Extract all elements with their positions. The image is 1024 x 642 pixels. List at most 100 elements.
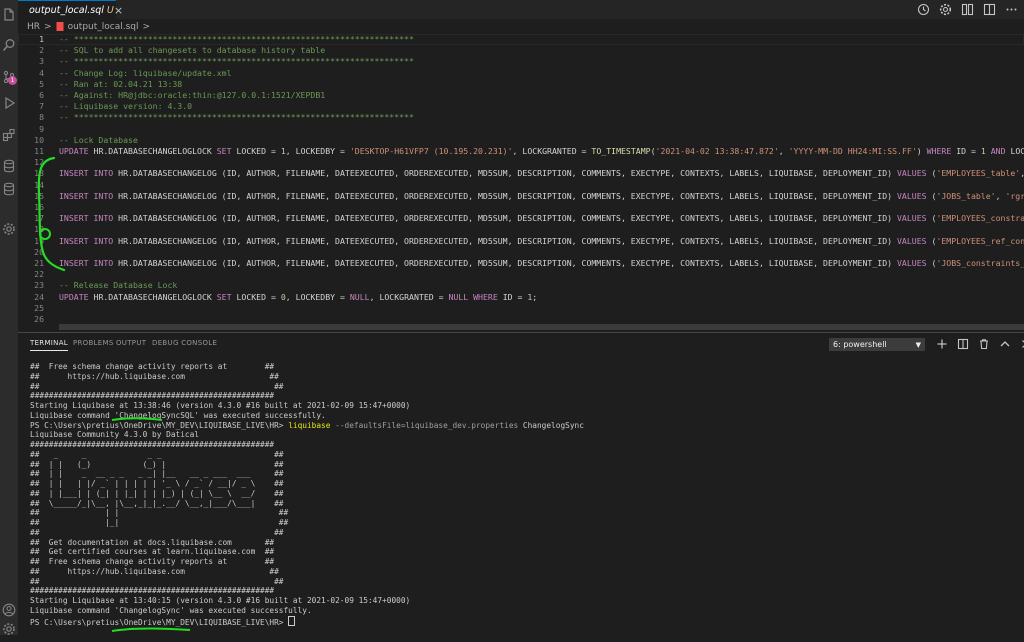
trash-icon[interactable]: [978, 338, 990, 350]
code-line[interactable]: INSERT INTO HR.DATABASECHANGELOG (ID, AU…: [59, 168, 1024, 179]
code-line[interactable]: -- SQL to add all changesets to database…: [59, 45, 325, 56]
terminal-text: ## _ _ _ _ ##: [30, 449, 284, 459]
code-line[interactable]: UPDATE HR.DATABASECHANGELOGLOCK SET LOCK…: [59, 292, 537, 303]
split-editor-icon[interactable]: [983, 3, 996, 16]
code-line[interactable]: UPDATE HR.DATABASECHANGELOGLOCK SET LOCK…: [59, 146, 1024, 157]
settings-gear-icon[interactable]: [2, 222, 16, 236]
code-token: UPDATE: [59, 146, 94, 156]
terminal-line: ########################################…: [30, 391, 274, 401]
terminal-text: Starting Liquibase at 13:40:15 (version …: [30, 596, 411, 605]
tab-debug-console[interactable]: DEBUG CONSOLE: [152, 339, 217, 347]
breadcrumb-file[interactable]: output_local.sql: [68, 22, 139, 32]
add-terminal-icon[interactable]: [936, 338, 948, 350]
code-editor[interactable]: 1 2 3 4 5 6 7 8 9 10 11 12 13 14 15 16 17 18 19 20 21 22 23 24 2…: [18, 34, 1024, 330]
code-token: 'JOBS_table': [936, 190, 996, 201]
search-icon[interactable]: [2, 38, 16, 52]
code-token: 1: [980, 146, 991, 156]
terminal-line: Liquibase command 'ChangelogSyncSQL' was…: [30, 411, 326, 421]
terminal-text: ## \_____/_|\__, |\__,_|_|_.__/ \__,_|__…: [30, 498, 284, 508]
more-icon[interactable]: [1005, 3, 1018, 16]
run-debug-icon[interactable]: [2, 96, 16, 110]
sql-file-icon: [56, 22, 64, 31]
history-icon[interactable]: [917, 3, 930, 16]
terminal-line: PS C:\Users\pretius\OneDrive\MY_DEV\LIQU…: [30, 421, 584, 431]
terminal-text: ## ##: [30, 381, 284, 391]
compare-icon[interactable]: [961, 3, 974, 16]
terminal-text: PS C:\Users\pretius\OneDrive\MY_DEV\LIQU…: [30, 420, 289, 430]
tab-problems[interactable]: PROBLEMS: [73, 339, 114, 347]
files-icon[interactable]: [2, 8, 16, 22]
code-token: ;: [532, 291, 538, 302]
code-line[interactable]: INSERT INTO HR.DATABASECHANGELOG (ID, AU…: [59, 236, 1024, 247]
close-panel-icon[interactable]: [1020, 338, 1024, 350]
manage-gear-icon[interactable]: [2, 622, 16, 636]
line-number: 3: [39, 56, 44, 67]
terminal-text: Liquibase Community 4.3.0 by Datical: [30, 430, 199, 440]
code-token: SET: [216, 146, 237, 156]
code-token: HR.DATABASECHANGELOG (ID, AUTHOR, FILENA…: [118, 258, 897, 268]
tab-label: output_local.sql: [29, 4, 104, 16]
terminal-line: ## | | (_) (_) | ##: [30, 460, 283, 470]
activity-bar: 1: [0, 0, 18, 635]
code-line[interactable]: -- Lock Database: [59, 135, 138, 146]
line-number: 16: [34, 202, 44, 212]
gear-icon[interactable]: [939, 3, 952, 16]
database-icon[interactable]: [2, 159, 16, 173]
code-token: HR.DATABASECHANGELOG (ID, AUTHOR, FILENA…: [118, 168, 897, 179]
database-icon[interactable]: [2, 182, 16, 196]
split-terminal-icon[interactable]: [957, 338, 969, 350]
maximize-panel-icon[interactable]: [999, 338, 1011, 350]
code-token: VALUES: [896, 258, 932, 268]
code-token: 'EMPLOYEES_constraints_indexes': [936, 213, 1024, 224]
terminal-line: ########################################…: [30, 586, 274, 596]
account-icon[interactable]: [2, 603, 16, 617]
code-token: , LOCKEDBY =: [285, 291, 350, 302]
code-line[interactable]: -- *************************************…: [59, 112, 414, 123]
line-number: 21: [34, 258, 44, 268]
code-line[interactable]: -- Ran at: 02.04.21 13:38: [59, 79, 182, 90]
code-line[interactable]: -- *************************************…: [59, 56, 414, 67]
code-token: 'EMPLOYEES_table': [936, 168, 1021, 179]
line-number: 6: [39, 90, 44, 100]
code-line[interactable]: INSERT INTO HR.DATABASECHANGELOG (ID, AU…: [59, 191, 1024, 202]
horizontal-scrollbar[interactable]: [59, 324, 1024, 330]
code-token: AND: [990, 146, 1011, 156]
terminal-line: ## | |___| | (_| | |_| | | |_) | (_| \__…: [30, 489, 283, 499]
code-line[interactable]: -- Against: HR@jdbc:oracle:thin:@127.0.0…: [59, 90, 325, 101]
code-line[interactable]: -- Liquibase version: 4.3.0: [59, 101, 192, 112]
code-line[interactable]: -- Release Database Lock: [59, 280, 177, 291]
breadcrumb-folder[interactable]: HR: [27, 22, 40, 32]
tab-output[interactable]: OUTPUT: [116, 339, 146, 347]
terminal-line: ## |_| ##: [30, 518, 288, 528]
line-number: 25: [34, 302, 44, 313]
breadcrumb-separator: >: [142, 21, 151, 32]
code-token: , LOCKEDBY =: [285, 146, 350, 156]
code-line[interactable]: -- *************************************…: [59, 34, 414, 45]
close-icon[interactable]: ×: [114, 4, 123, 17]
code-token: INSERT INTO: [59, 168, 119, 179]
code-line[interactable]: INSERT INTO HR.DATABASECHANGELOG (ID, AU…: [59, 213, 1024, 224]
code-token: VALUES: [896, 168, 932, 179]
line-number: 20: [34, 246, 44, 257]
extensions-icon[interactable]: [2, 128, 16, 142]
line-number: 22: [34, 269, 44, 280]
code-token: NULL: [448, 291, 474, 302]
chevron-down-icon: ▼: [915, 340, 921, 349]
tab-terminal[interactable]: TERMINAL: [30, 339, 68, 351]
terminal-line: PS C:\Users\pretius\OneDrive\MY_DEV\LIQU…: [30, 615, 296, 628]
code-token: ,: [1020, 168, 1024, 178]
line-number: 9: [39, 123, 44, 134]
code-token: ID =: [502, 291, 528, 302]
code-token: 'JOBS_constraints_indexes': [936, 258, 1024, 268]
terminal-output[interactable]: ## Free schema change activity reports a…: [30, 362, 1024, 635]
line-number: 26: [34, 314, 44, 324]
code-line[interactable]: INSERT INTO HR.DATABASECHANGELOG (ID, AU…: [59, 258, 1024, 269]
terminal-select[interactable]: 6: powershell ▼: [829, 338, 925, 351]
terminal-select-value: 6: powershell: [833, 340, 887, 349]
source-control-badge: 1: [8, 76, 17, 85]
bottom-panel: TERMINAL PROBLEMS OUTPUT DEBUG CONSOLE 6…: [18, 332, 1024, 635]
tab-output-local-sql[interactable]: output_local.sql U ×: [18, 0, 123, 19]
code-token: -- Ran at: 02.04.21 13:38: [59, 78, 183, 89]
terminal-cursor: [288, 615, 296, 626]
code-line[interactable]: -- Change Log: liquibase/update.xml: [59, 68, 232, 79]
